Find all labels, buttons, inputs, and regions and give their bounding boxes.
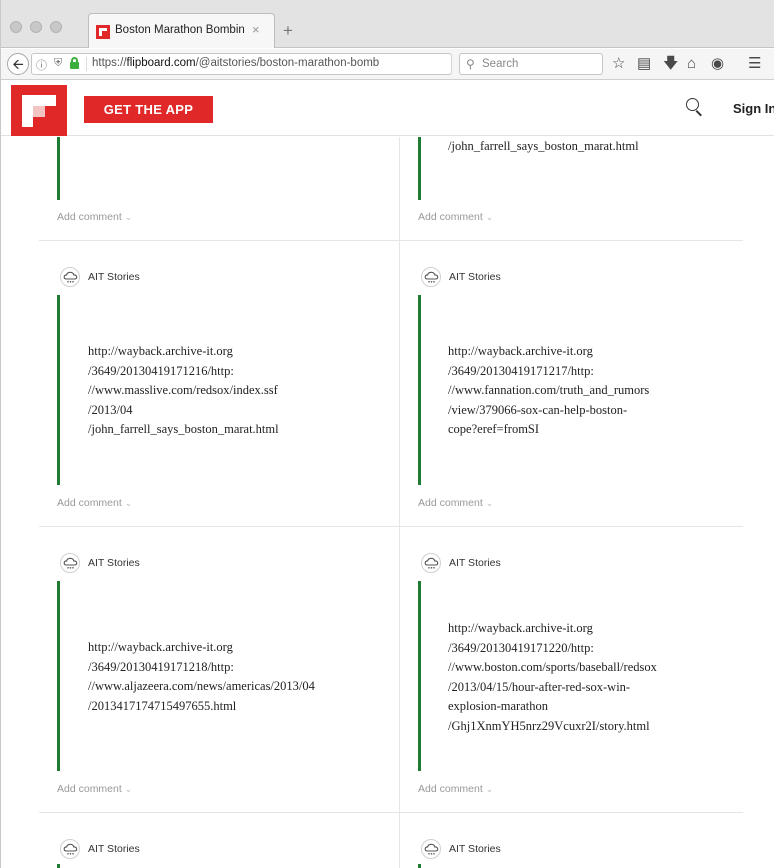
card-accent-bar [418, 137, 421, 200]
url-separator [86, 57, 87, 71]
zoom-window-button[interactable] [50, 21, 62, 33]
card-text-line: http://wayback.archive-it.org [448, 344, 593, 358]
card-text-line: /john_farrell_says_boston_marat.html [448, 139, 639, 153]
info-icon[interactable]: ⓘ [36, 57, 47, 73]
row-divider [39, 812, 743, 813]
author-name: AIT Stories [88, 557, 140, 569]
author-name: AIT Stories [449, 557, 501, 569]
download-icon[interactable]: 🡇 [663, 54, 678, 74]
search-bar[interactable]: ⚲ [459, 53, 603, 75]
card-text-line: http://wayback.archive-it.org [88, 344, 233, 358]
card-text-line: /2013/04 [88, 402, 133, 417]
author-name: AIT Stories [449, 843, 501, 855]
author-name: AIT Stories [88, 843, 140, 855]
minimize-window-button[interactable] [30, 21, 42, 33]
card-text-line: /3649/20130419171218/http: [88, 659, 234, 674]
card-text-line: cope?eref=fromSI [448, 422, 540, 436]
column-divider [399, 137, 400, 868]
tab-close-icon[interactable]: × [252, 22, 260, 37]
cloud-avatar-icon [421, 553, 441, 573]
tab-title: Boston Marathon Bombing 2( [115, 24, 245, 36]
card-accent-bar [418, 581, 421, 771]
sign-in-link[interactable]: Sign In [733, 101, 774, 116]
card-text-line: /Ghj1XnmYH5nrz29Vcuxr2I/story.html [448, 718, 650, 733]
card-text-line: /2013/04/15/hour-after-red-sox-win- [448, 679, 631, 694]
new-tab-button[interactable]: + [283, 22, 293, 39]
card-text-line: http://wayback.archive-it.org [448, 621, 593, 635]
card-text-line: //www.aljazeera.com/news/americas/2013/0… [88, 679, 315, 693]
navigation-bar: 🡨 ⓘ ⛨ https://flipboard.com/@aitstories/… [1, 49, 774, 80]
author-name: AIT Stories [449, 271, 501, 283]
site-search-icon[interactable] [686, 98, 702, 117]
row-divider [39, 240, 743, 241]
card-text-line: /view/379066-sox-can-help-boston- [448, 402, 628, 417]
author-name: AIT Stories [88, 271, 140, 283]
shield-icon[interactable]: ⛨ [54, 57, 62, 70]
add-comment-link[interactable]: Add comment ⌄ [418, 497, 493, 509]
close-window-button[interactable] [10, 21, 22, 33]
lock-icon[interactable] [70, 57, 79, 69]
back-arrow-icon[interactable]: 🡨 [7, 53, 29, 75]
add-comment-link[interactable]: Add comment ⌄ [418, 783, 493, 795]
card-link-text[interactable]: http://wayback.archive-it.org /3649/2013… [448, 619, 657, 736]
url-divider [451, 54, 452, 74]
card-link-text[interactable]: http://wayback.archive-it.org /3649/2013… [88, 638, 315, 716]
cloud-avatar-icon [60, 839, 80, 859]
card-text-line: //www.masslive.com/redsox/index.ssf [88, 383, 278, 397]
menu-icon[interactable]: ☰ [748, 54, 761, 74]
card-text-line: explosion-marathon [448, 699, 548, 713]
card-text-line: //www.fannation.com/truth_and_rumors [448, 383, 650, 397]
cloud-avatar-icon [421, 267, 441, 287]
content-grid: Add comment ⌄ /john_farrell_says_boston_m… [1, 137, 774, 868]
card-accent-bar [57, 864, 60, 868]
card-text-line: /3649/20130419171216/http: [88, 363, 234, 378]
card-text-line: /3649/20130419171217/http: [448, 363, 594, 378]
card-text-line: //www.boston.com/sports/baseball/redsox [448, 660, 657, 674]
home-icon[interactable]: ⌂ [687, 54, 696, 74]
get-the-app-button[interactable]: GET THE APP [84, 96, 213, 123]
card-link-text[interactable]: http://wayback.archive-it.org /3649/2013… [88, 342, 279, 440]
card-accent-bar [57, 581, 60, 771]
url-text[interactable]: https://flipboard.com/@aitstories/boston… [92, 57, 412, 69]
star-icon[interactable]: ☆ [612, 54, 625, 74]
browser-window: Boston Marathon Bombing 2( × + 🡨 ⓘ ⛨ htt… [0, 0, 774, 868]
search-input[interactable] [482, 56, 600, 72]
flipboard-favicon-icon [96, 25, 110, 39]
cloud-avatar-icon [421, 839, 441, 859]
card-text-line: http://wayback.archive-it.org [88, 640, 233, 654]
card-link-text[interactable]: http://wayback.archive-it.org /3649/2013… [448, 342, 649, 440]
cloud-avatar-icon [60, 267, 80, 287]
card-link-text[interactable]: /john_farrell_says_boston_marat.html [448, 137, 639, 157]
reader-icon[interactable]: ▤ [637, 54, 651, 74]
card-text-line: /2013417174715497655.html [88, 698, 237, 713]
row-divider [39, 526, 743, 527]
tab-active[interactable]: Boston Marathon Bombing 2( × [88, 13, 275, 48]
add-comment-link[interactable]: Add comment ⌄ [57, 211, 132, 223]
add-comment-link[interactable]: Add comment ⌄ [57, 783, 132, 795]
card-text-line: /3649/20130419171220/http: [448, 640, 594, 655]
add-comment-link[interactable]: Add comment ⌄ [57, 497, 132, 509]
url-bar[interactable]: ⓘ ⛨ https://flipboard.com/@aitstories/bo… [31, 53, 470, 75]
card-text-line: /john_farrell_says_boston_marat.html [88, 422, 279, 436]
card-accent-bar [418, 864, 421, 868]
url-domain: flipboard.com [126, 57, 196, 69]
flipboard-logo[interactable] [11, 85, 67, 136]
pocket-icon[interactable]: ◉ [711, 54, 724, 74]
card-accent-bar [57, 295, 60, 485]
tab-strip: Boston Marathon Bombing 2( × + [1, 0, 774, 48]
card-accent-bar [418, 295, 421, 485]
cloud-avatar-icon [60, 553, 80, 573]
card-accent-bar [57, 137, 60, 200]
add-comment-link[interactable]: Add comment ⌄ [418, 211, 493, 223]
search-icon: ⚲ [466, 57, 475, 71]
